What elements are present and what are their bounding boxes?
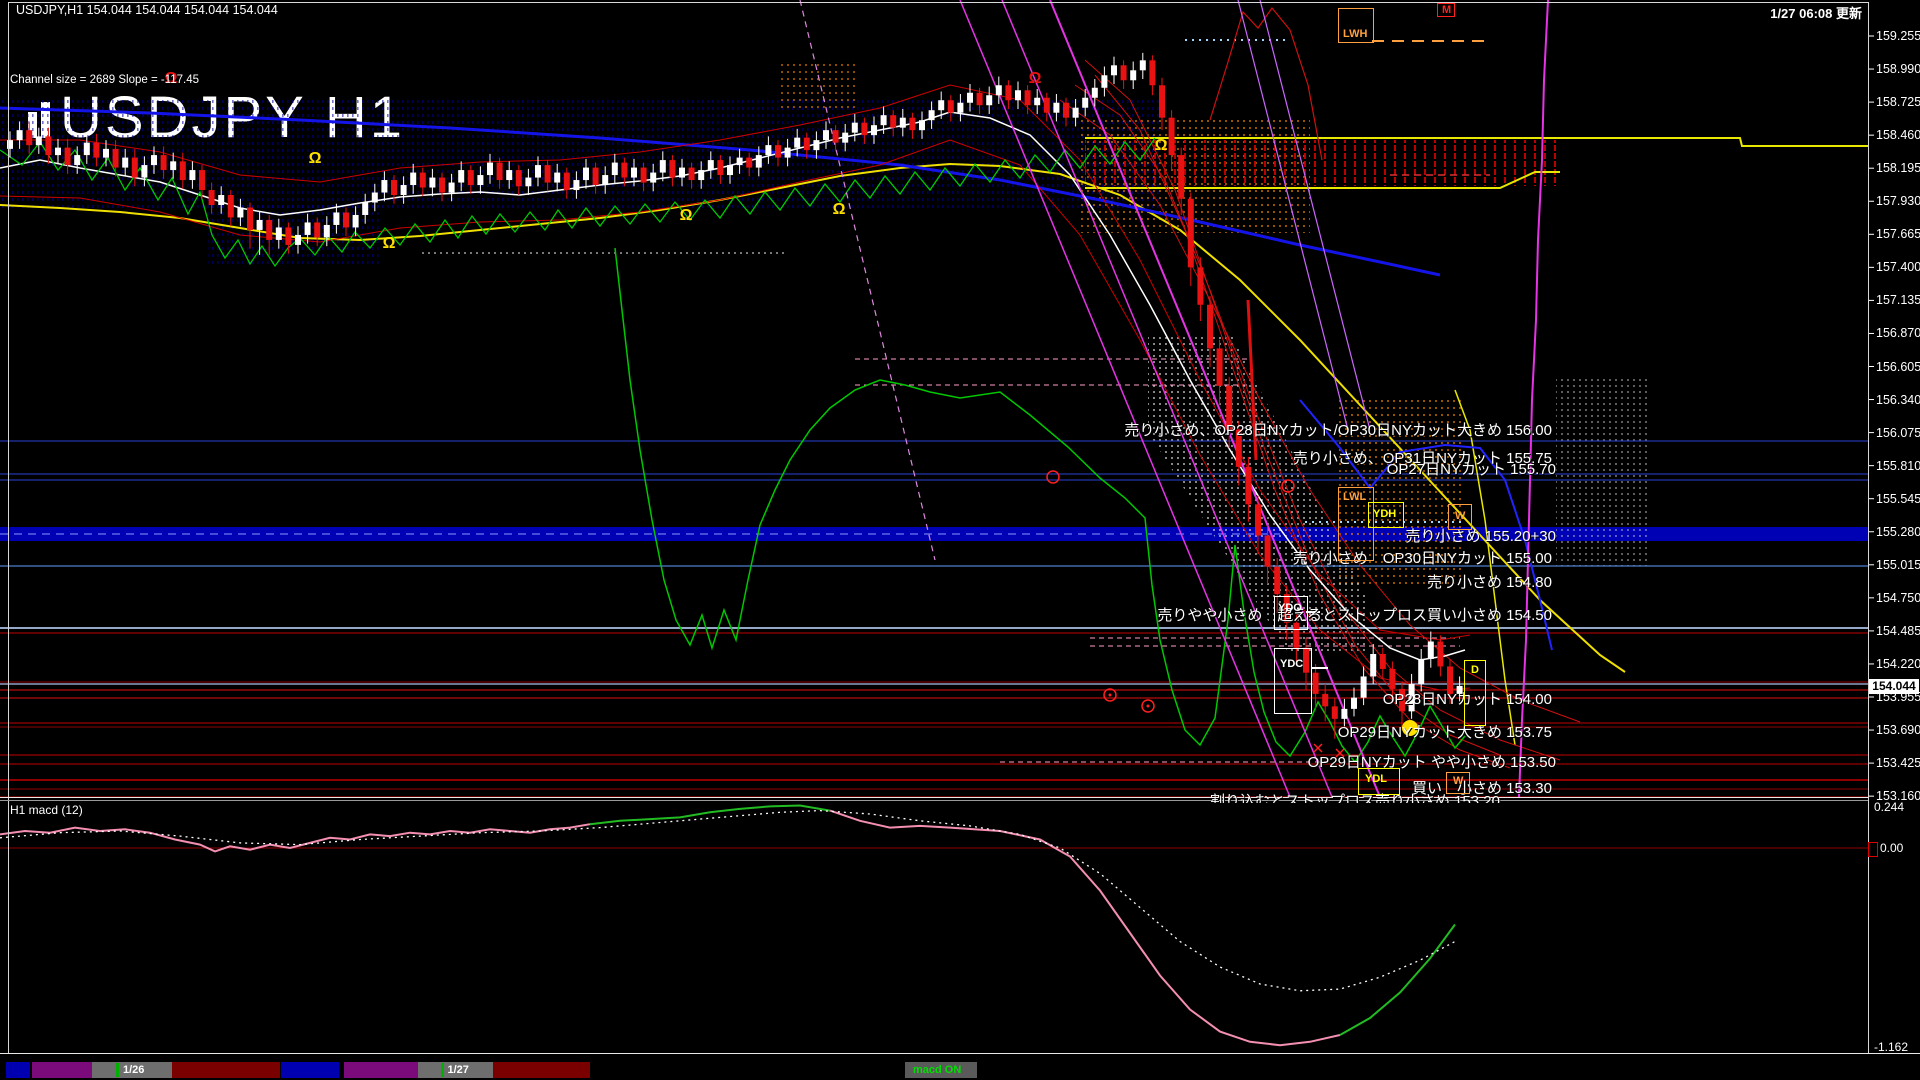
price-axis-label: 155.280 [1876, 525, 1920, 539]
price-axis-label: 158.195 [1876, 161, 1920, 175]
timeline-segment [344, 1062, 418, 1078]
timeline-segment: 1/27 [418, 1062, 493, 1078]
level-label-text: YDL [1365, 773, 1387, 785]
current-price-badge: 154.044 [1869, 679, 1919, 694]
timeline-separator [0, 1053, 1920, 1054]
price-axis-label: 153.425 [1876, 756, 1920, 770]
price-axis-label: 157.930 [1876, 194, 1920, 208]
date-label: 1/27 [441, 1063, 469, 1077]
price-axis-label: 156.605 [1876, 360, 1920, 374]
price-axis-label: 159.255 [1876, 29, 1920, 43]
level-label-ydo: YDO [1274, 596, 1308, 630]
level-label-text: YDO [1278, 602, 1302, 614]
price-annotation: 売り小さめ 155.20+30 [1406, 525, 1557, 546]
timeline-segment [281, 1062, 339, 1078]
level-label-w: W [1446, 772, 1470, 794]
price-axis-label: 155.015 [1876, 558, 1920, 572]
date-label: 1/26 [116, 1063, 144, 1077]
level-label-text: YDH [1373, 508, 1396, 520]
price-annotation: 売り小さめ 154.80 [1427, 571, 1552, 592]
level-label-ydh: YDH [1368, 502, 1404, 528]
level-label-text: LWH [1343, 28, 1367, 40]
price-axis-label: 154.750 [1876, 591, 1920, 605]
price-annotation: 売りやや小さめ 超えるとストップロス買い小さめ 154.50 [1157, 604, 1552, 625]
level-label-ydc: YDC [1274, 648, 1312, 714]
level-label-lwh: LWH [1338, 8, 1374, 43]
level-label-d: D [1464, 660, 1486, 726]
macd-toggle-label[interactable]: macd ON [909, 1063, 961, 1077]
price-axis-label: 158.990 [1876, 62, 1920, 76]
level-label-text: W [1453, 775, 1463, 787]
timeline-segment [172, 1062, 280, 1078]
timeline-segment [6, 1062, 30, 1078]
macd-max-label: 0.244 [1874, 800, 1904, 814]
price-axis-label: 155.810 [1876, 459, 1920, 473]
price-axis-label: 156.870 [1876, 326, 1920, 340]
price-axis-label: 158.460 [1876, 128, 1920, 142]
level-label-m: M [1437, 3, 1455, 17]
macd-toggle[interactable]: macd ON [905, 1062, 977, 1078]
timeline-bar: 1/26 1/27 macd ON [0, 1056, 1920, 1080]
trading-chart-window: USDJPY H1 ΩΩΩΩΩΩΩ USDJPY,H1 154.044 154.… [0, 0, 1920, 1080]
price-annotation: OP29日NYカット大きめ 153.75 [1338, 721, 1552, 742]
level-label-text: W [1455, 510, 1465, 522]
price-axis-label: 153.690 [1876, 723, 1920, 737]
level-label-text: YDC [1280, 658, 1303, 670]
level-label-text: LWL [1343, 491, 1366, 503]
price-axis-label: 158.725 [1876, 95, 1920, 109]
timeline-segment: 1/26 [92, 1062, 172, 1078]
level-label-ydl: YDL [1358, 768, 1400, 795]
price-axis-label: 154.220 [1876, 657, 1920, 671]
price-annotation: OP27日NYカット 155.70 [1387, 458, 1556, 479]
timeline-segment [32, 1062, 92, 1078]
price-axis-label: 157.665 [1876, 227, 1920, 241]
macd-zero-marker [1868, 842, 1878, 857]
price-axis-label: 155.545 [1876, 492, 1920, 506]
level-label-text: M [1442, 4, 1451, 16]
macd-min-label: -1.162 [1874, 1040, 1908, 1054]
price-axis-label: 157.135 [1876, 293, 1920, 307]
price-axis-label: 156.075 [1876, 426, 1920, 440]
price-axis-label: 154.485 [1876, 624, 1920, 638]
price-annotation: OP29日NYカット やや小さめ 153.50 [1308, 751, 1556, 772]
price-axis-label: 157.400 [1876, 260, 1920, 274]
level-label-w: W [1448, 504, 1472, 530]
price-annotation: 売り小さめ、OP28日NYカット/OP30日NYカット大きめ 156.00 [1124, 419, 1552, 440]
level-label-text: D [1471, 664, 1479, 676]
price-annotations-layer: 売り小さめ、OP28日NYカット/OP30日NYカット大きめ 156.00 売り小… [0, 0, 1868, 803]
price-axis-label: 156.340 [1876, 393, 1920, 407]
price-annotation: 売り小さめ OP30日NYカット 155.00 [1293, 547, 1552, 568]
timeline-segment [493, 1062, 590, 1078]
macd-zero-label: 0.00 [1880, 841, 1903, 855]
